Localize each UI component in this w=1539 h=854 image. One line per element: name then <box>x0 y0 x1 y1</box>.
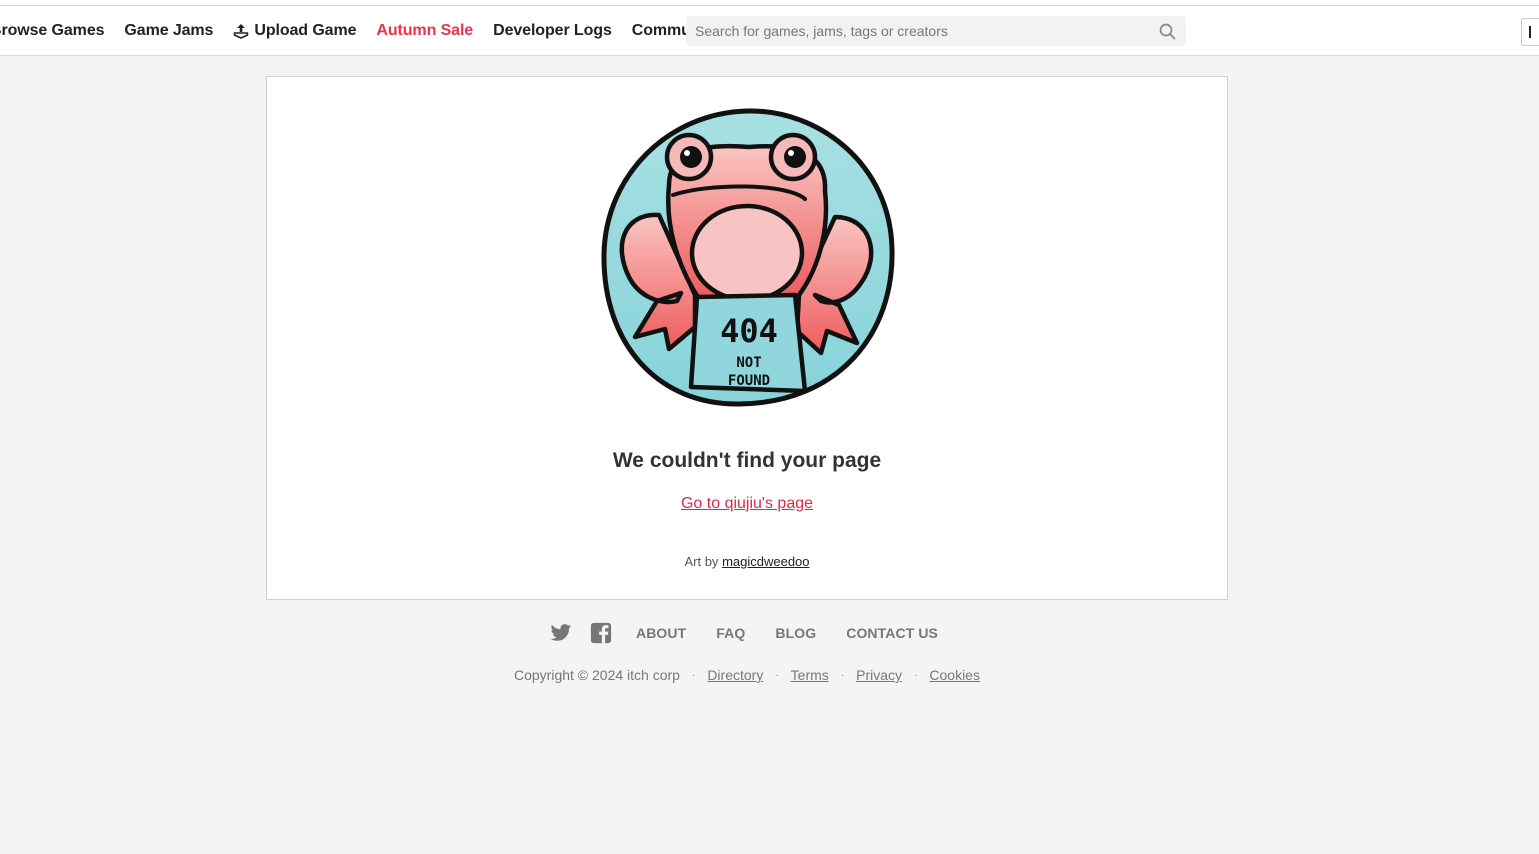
footer-faq-link[interactable]: FAQ <box>716 625 745 641</box>
nav-game-jams[interactable]: Game Jams <box>114 22 223 40</box>
artist-link[interactable]: magicdweedoo <box>722 554 809 569</box>
search-icon[interactable] <box>1159 23 1176 40</box>
art-credit-prefix: Art by <box>684 554 719 569</box>
art-credit: Art by magicdweedoo <box>267 554 1227 569</box>
separator-dot: · <box>691 669 696 681</box>
copyright-text: Copyright © 2024 itch corp <box>514 667 680 683</box>
user-menu-button[interactable] <box>1521 18 1539 46</box>
site-header: Browse Games Game Jams Upload Game Autum… <box>0 6 1539 56</box>
facebook-icon[interactable] <box>590 622 612 644</box>
footer-links: ABOUT FAQ BLOG CONTACT US <box>0 622 1494 644</box>
footer-contact-link[interactable]: CONTACT US <box>846 625 938 641</box>
nav-autumn-sale[interactable]: Autumn Sale <box>366 22 483 40</box>
separator-dot: · <box>775 669 779 681</box>
nav-browse-games[interactable]: Browse Games <box>0 22 114 40</box>
nav-upload-label: Upload Game <box>254 22 357 39</box>
twitter-icon[interactable] <box>550 622 572 644</box>
goto-user-page-link[interactable]: Go to qiujiu's page <box>681 495 813 512</box>
upload-icon <box>234 24 249 39</box>
frog-404-illustration: 404 NOT FOUND <box>601 108 895 407</box>
separator-dot: · <box>914 669 918 681</box>
footer-about-link[interactable]: ABOUT <box>636 625 686 641</box>
page-title: We couldn't find your page <box>612 449 882 472</box>
copyright-row: Copyright © 2024 itch corp · Directory ·… <box>0 667 1494 683</box>
main-nav: Browse Games Game Jams Upload Game Autum… <box>0 6 729 56</box>
nav-developer-logs[interactable]: Developer Logs <box>483 22 622 40</box>
separator-dot: · <box>840 669 845 681</box>
svg-text:NOT: NOT <box>736 355 761 371</box>
footer-cookies-link[interactable]: Cookies <box>929 667 980 683</box>
nav-upload-game[interactable]: Upload Game <box>223 22 366 40</box>
svg-text:404: 404 <box>720 312 778 350</box>
footer-blog-link[interactable]: BLOG <box>775 625 816 641</box>
not-found-card: 404 NOT FOUND We couldn't find your page… <box>266 76 1228 600</box>
search-box <box>686 16 1186 46</box>
footer-directory-link[interactable]: Directory <box>707 667 763 683</box>
footer-terms-link[interactable]: Terms <box>791 667 829 683</box>
svg-text:FOUND: FOUND <box>728 373 770 389</box>
footer-privacy-link[interactable]: Privacy <box>856 667 902 683</box>
search-input[interactable] <box>686 17 1145 45</box>
goto-link-row: Go to qiujiu's page <box>267 495 1227 513</box>
